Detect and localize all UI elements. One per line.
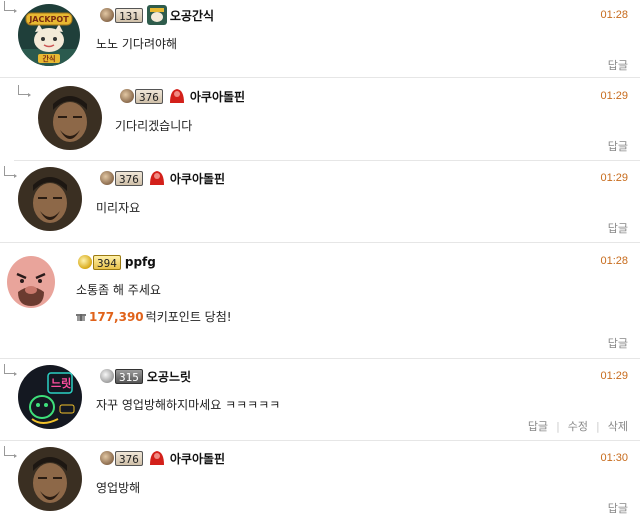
reply-button[interactable]: 답글 [608,220,628,236]
comment-meta: 376 아쿠아돌핀 [100,168,225,188]
lucky-point-text: 럭키포인트 당첨! [145,310,232,324]
level-medal-icon [100,8,114,22]
comment-item: 394 ppfg 01:28 소통좀 해 주세요 177,390 럭키포인트 당… [0,244,640,359]
level-medal-icon [120,89,134,103]
reply-button[interactable]: 답글 [528,418,548,434]
action-separator: | [596,419,600,433]
reply-arrow-icon [4,166,17,178]
level-number: 376 [115,450,143,466]
level-medal-icon [100,369,114,383]
comment-item: JACKPOT 간식 131 오공간식 01:28 노노 기다려야해 답글 [0,0,640,78]
comment-meta: 131 오공간식 [100,5,214,25]
avatar-label-top: JACKPOT [28,15,69,24]
comment-actions: 답글 [608,220,628,236]
avatar[interactable]: 느릿 [18,365,82,429]
comment-meta: 394 ppfg [78,252,156,272]
comment-actions: 답글 | 수정 | 삭제 [528,418,628,434]
action-separator: | [556,419,560,433]
reply-button[interactable]: 답글 [608,57,628,73]
comment-text: 미리자요 [96,201,141,215]
comment-text: 소통좀 해 주세요 [76,283,161,297]
level-badge: 376 [100,450,143,467]
level-number: 394 [93,254,121,270]
avatar-label-top: 느릿 [51,376,71,390]
comment-text: 자꾸 영업방해하지마세요 ㅋㅋㅋㅋㅋ [96,398,281,412]
comment-time: 01:29 [600,370,628,382]
level-medal-icon [78,255,92,269]
comment-item: 376 아쿠아돌핀 01:29 미리자요 답글 [0,162,640,243]
comment-meta: 315 오공느릿 [100,366,191,386]
avatar[interactable] [18,167,82,231]
reply-arrow-icon [4,364,17,376]
comment-meta: 376 아쿠아돌핀 [120,86,245,106]
level-number: 376 [115,170,143,186]
nickname[interactable]: 오공간식 [170,7,214,24]
avatar[interactable]: JACKPOT 간식 [18,4,80,66]
comment-item: 376 아쿠아돌핀 01:29 기다리겠습니다 답글 [14,80,640,161]
comment-actions: 답글 [608,57,628,73]
nickname[interactable]: 아쿠아돌핀 [170,170,225,187]
comment-time: 01:30 [600,452,628,464]
level-badge: 394 [78,254,121,271]
avatar-label-bottom: 간식 [43,54,56,63]
nick-icon [146,448,167,468]
comment-actions: 답글 [608,500,628,516]
comment-item: 느릿 315 오공느릿 01:29 자꾸 영업방해하지마세요 ㅋㅋㅋㅋㅋ 답글 … [0,360,640,441]
comment-time: 01:29 [600,90,628,102]
comment-text: 영업방해 [96,481,141,495]
edit-button[interactable]: 수정 [568,418,588,434]
nickname[interactable]: 아쿠아돌핀 [170,450,225,467]
nickname[interactable]: 아쿠아돌핀 [190,88,245,105]
reply-button[interactable]: 답글 [608,500,628,516]
nick-icon [146,5,167,25]
comment-text: 노노 기다려야해 [96,37,178,51]
level-medal-icon [100,451,114,465]
avatar[interactable] [4,252,58,312]
reply-button[interactable]: 답글 [608,138,628,154]
nickname[interactable]: ppfg [125,255,156,269]
lucky-point-amount: 177,390 [89,309,144,324]
comment-meta: 376 아쿠아돌핀 [100,448,225,468]
level-badge: 315 [100,368,143,385]
comment-time: 01:28 [600,255,628,267]
comment-item: 376 아쿠아돌핀 01:30 영업방해 답글 [0,442,640,524]
comment-time: 01:28 [600,9,628,21]
level-medal-icon [100,171,114,185]
nickname[interactable]: 오공느릿 [147,368,191,385]
gift-icon [76,314,86,321]
reply-arrow-icon [18,85,31,97]
level-badge: 376 [100,170,143,187]
reply-arrow-icon [4,446,17,458]
level-badge: 376 [120,88,163,105]
avatar[interactable] [38,86,102,150]
comment-actions: 답글 [608,138,628,154]
delete-button[interactable]: 삭제 [608,418,628,434]
comment-text: 기다리겠습니다 [115,119,193,133]
level-number: 131 [115,7,143,23]
nick-icon [146,168,167,188]
reply-arrow-icon [4,1,17,13]
level-number: 315 [115,368,143,384]
level-number: 376 [135,88,163,104]
nick-icon [166,86,187,106]
lucky-point: 177,390 럭키포인트 당첨! [76,308,232,325]
comment-time: 01:29 [600,172,628,184]
reply-button[interactable]: 답글 [608,335,628,351]
level-badge: 131 [100,7,143,24]
comment-actions: 답글 [608,335,628,351]
avatar[interactable] [18,447,82,511]
